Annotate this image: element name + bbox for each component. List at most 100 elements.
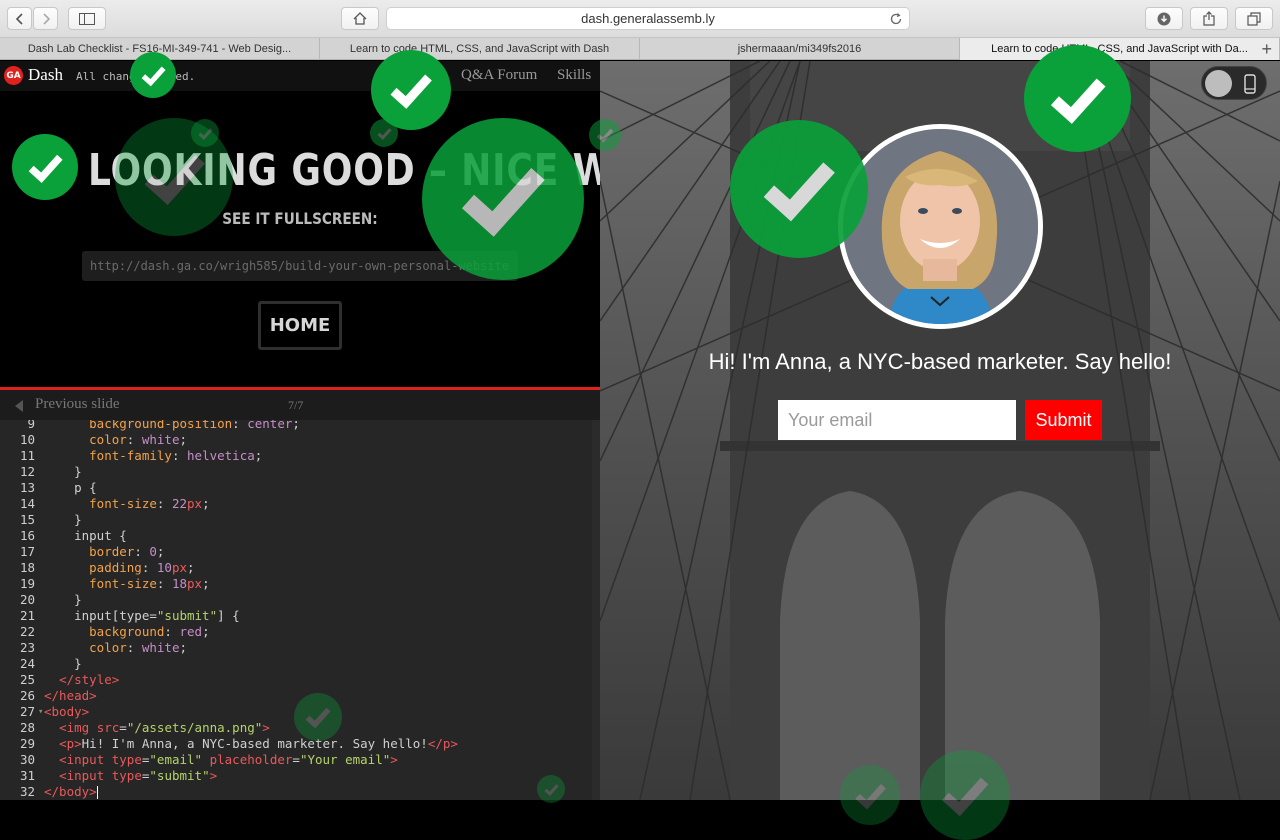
code-text: border: 0; — [89, 544, 165, 559]
line-number: 16 — [19, 528, 35, 543]
preview-tagline: Hi! I'm Anna, a NYC-based marketer. Say … — [708, 349, 1172, 374]
ga-logo[interactable]: GA — [4, 66, 23, 85]
code-text: } — [44, 592, 82, 607]
code-line: 12 } — [0, 464, 590, 480]
anna-avatar — [838, 124, 1043, 329]
nav-qa-forum[interactable]: Q&A Forum — [461, 67, 537, 84]
code-text: padding: 10px; — [89, 560, 195, 575]
downloads-button[interactable] — [1145, 7, 1183, 30]
code-text: p { — [44, 480, 97, 495]
share-button[interactable] — [1190, 7, 1228, 30]
line-number: 25 — [19, 672, 35, 687]
chevron-right-icon — [42, 12, 50, 25]
checkmark-icon — [730, 120, 868, 258]
tab-label: jshermaaan/mi349fs2016 — [737, 43, 862, 55]
line-number: 24 — [19, 656, 35, 671]
share-icon — [1203, 11, 1215, 26]
sidebar-button[interactable] — [68, 7, 106, 30]
checkmark-icon — [920, 750, 1010, 840]
code-text: <input type="email" placeholder="Your em… — [59, 752, 398, 767]
code-text: font-size: 18px; — [89, 576, 210, 591]
reload-icon[interactable] — [889, 12, 903, 26]
line-number: 22 — [19, 624, 35, 639]
code-line: 25 </style> — [0, 672, 590, 688]
editor-scrollbar[interactable] — [592, 420, 600, 800]
phone-icon — [1244, 74, 1256, 94]
code-text: </head> — [44, 688, 97, 703]
code-text: background: red; — [89, 624, 210, 639]
code-line: 29 <p>Hi! I'm Anna, a NYC-based marketer… — [0, 736, 590, 752]
checkmark-icon — [537, 775, 565, 803]
code-line: 21 input[type="submit"] { — [0, 608, 590, 624]
code-text: } — [44, 656, 82, 671]
portrait-image — [843, 129, 1038, 324]
line-number: 20 — [19, 592, 35, 607]
code-line: 30 <input type="email" placeholder="Your… — [0, 752, 590, 768]
code-text: <input type="submit"> — [59, 768, 218, 783]
code-line: 22 background: red; — [0, 624, 590, 640]
checkmark-icon — [840, 765, 900, 825]
code-line: 13 p { — [0, 480, 590, 496]
new-tab-button[interactable]: + — [1261, 39, 1272, 60]
code-text: <img src="/assets/anna.png"> — [59, 720, 270, 735]
code-line: 18 padding: 10px; — [0, 560, 590, 576]
back-button[interactable] — [7, 7, 32, 30]
line-number: 29 — [19, 736, 35, 751]
code-line: 26 </head> — [0, 688, 590, 704]
code-text: input[type="submit"] { — [44, 608, 240, 623]
preview-pane: Hi! I'm Anna, a NYC-based marketer. Say … — [600, 61, 1280, 800]
forward-button[interactable] — [33, 7, 58, 30]
home-button[interactable]: HOME — [258, 301, 342, 350]
code-text: color: white; — [89, 640, 188, 655]
code-line: 14 font-size: 22px; — [0, 496, 590, 512]
checkmark-icon — [294, 693, 342, 741]
code-line: 24 } — [0, 656, 590, 672]
tab-github-repo[interactable]: jshermaaan/mi349fs2016 — [640, 38, 960, 60]
line-number: 12 — [19, 464, 35, 479]
tabs-icon — [1247, 11, 1261, 26]
code-text: <body> — [44, 704, 90, 719]
code-line: 20 } — [0, 592, 590, 608]
home-toolbar-button[interactable] — [341, 7, 379, 30]
checkmark-icon — [370, 119, 398, 147]
code-line: 16 input { — [0, 528, 590, 544]
line-number: 11 — [19, 448, 35, 463]
toggle-knob — [1205, 70, 1232, 97]
fold-icon[interactable]: ▾ — [38, 704, 43, 720]
line-number: 19 — [19, 576, 35, 591]
previous-slide-link[interactable]: Previous slide — [35, 396, 120, 413]
code-text: font-size: 22px; — [89, 496, 210, 511]
code-line: 17 border: 0; — [0, 544, 590, 560]
code-text: </body> — [44, 784, 97, 799]
home-icon — [353, 12, 367, 25]
address-bar[interactable]: dash.generalassemb.ly — [386, 7, 910, 30]
device-preview-toggle[interactable] — [1201, 66, 1267, 100]
line-number: 15 — [19, 512, 35, 527]
slide-counter: 7/7 — [288, 398, 304, 412]
line-number: 30 — [19, 752, 35, 767]
line-number: 23 — [19, 640, 35, 655]
tabs-overview-button[interactable] — [1235, 7, 1273, 30]
checkmark-icon — [191, 119, 219, 147]
checkmark-icon — [422, 118, 584, 280]
sidebar-icon — [79, 12, 95, 25]
browser-toolbar: dash.generalassemb.ly — [0, 0, 1280, 38]
nav-skills[interactable]: Skills — [557, 67, 591, 84]
slide-navigation: Previous slide 7/7 — [0, 390, 600, 420]
dash-brand[interactable]: Dash — [28, 65, 63, 85]
code-line: 19 font-size: 18px; — [0, 576, 590, 592]
tab-learn-to-code-1[interactable]: Learn to code HTML, CSS, and JavaScript … — [320, 38, 640, 60]
dash-header: GA Dash All changes saved. Q&A Forum Ski… — [0, 61, 600, 91]
code-editor[interactable]: 9 background-position: center; 10 color: … — [0, 420, 600, 800]
code-text: font-family: helvetica; — [89, 448, 263, 463]
chevron-left-icon — [15, 12, 23, 25]
triangle-left-icon[interactable] — [15, 400, 23, 412]
url-text: dash.generalassemb.ly — [581, 11, 715, 26]
line-number: 17 — [19, 544, 35, 559]
code-line: 32 </body> — [0, 784, 590, 800]
checkmark-icon — [589, 119, 621, 151]
submit-button[interactable]: Submit — [1025, 400, 1102, 440]
tab-learn-to-code-active[interactable]: Learn to code HTML, CSS, and JavaScript … — [960, 38, 1280, 60]
line-number: 18 — [19, 560, 35, 575]
email-input[interactable] — [778, 400, 1016, 440]
